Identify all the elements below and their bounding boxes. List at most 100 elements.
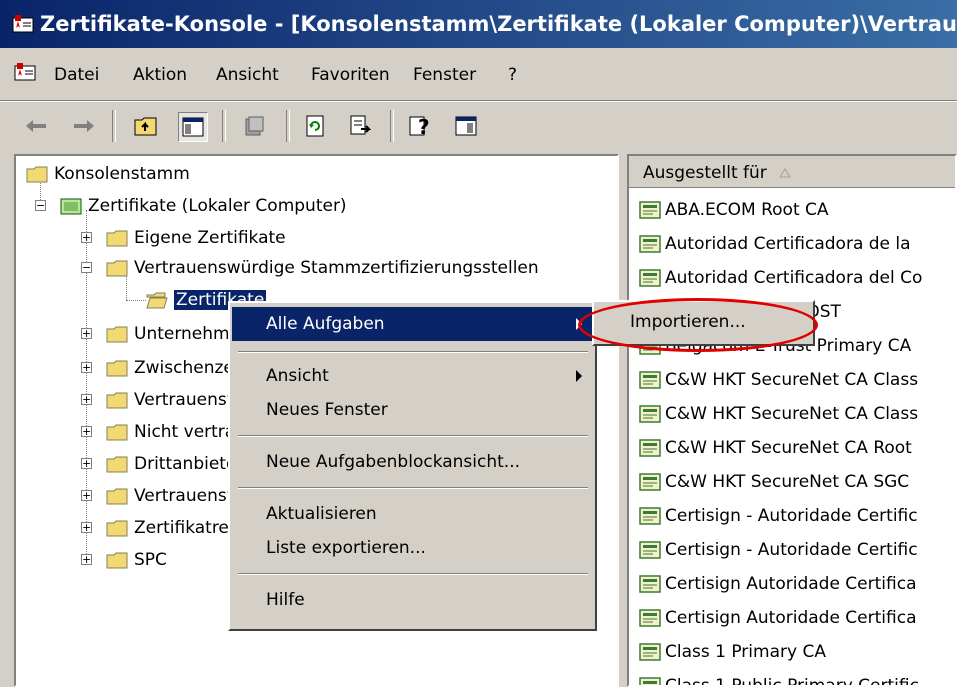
menu-separator	[238, 351, 588, 353]
sort-ascending-icon	[779, 168, 791, 178]
expand-toggle[interactable]: +	[81, 328, 92, 339]
tree-node-label: Konsolenstamm	[54, 164, 190, 184]
toolbar-separator	[390, 110, 394, 142]
menu-help[interactable]: ?	[508, 65, 517, 85]
list-item-label: C&W HKT SecureNet CA Class	[665, 370, 919, 390]
tree-node-computer[interactable]: Zertifikate (Lokaler Computer)	[60, 194, 347, 218]
menu-neues-fenster[interactable]: Neues Fenster	[232, 393, 594, 427]
expand-toggle[interactable]: +	[81, 426, 92, 437]
expand-toggle[interactable]: +	[81, 394, 92, 405]
folder-icon	[26, 166, 48, 182]
list-item-label: Certisign Autoridade Certifica	[665, 574, 917, 594]
folder-icon	[106, 552, 128, 568]
submenu-arrow-icon	[576, 318, 582, 330]
tree-node-eigene-zertifikate[interactable]: Eigene Zertifikate	[106, 226, 286, 250]
delete-icon[interactable]	[240, 112, 268, 140]
list-item[interactable]: Certisign Autoridade Certifica	[639, 570, 916, 598]
menu-favoriten[interactable]: Favoriten	[311, 65, 390, 85]
column-header-label: Ausgestellt für	[643, 163, 767, 183]
svg-text:?: ?	[418, 115, 430, 138]
action-pane-icon[interactable]	[452, 112, 480, 140]
up-folder-icon[interactable]	[132, 112, 160, 140]
toolbar-separator	[286, 110, 290, 142]
menu-alle-aufgaben[interactable]: Alle Aufgaben	[232, 307, 594, 341]
export-list-icon[interactable]	[346, 112, 374, 140]
window-title: Zertifikate-Konsole - [Konsolenstamm\Zer…	[40, 12, 957, 36]
certificate-icon	[639, 201, 661, 219]
menu-aktualisieren[interactable]: Aktualisieren	[232, 497, 594, 531]
menu-item-label: Ansicht	[266, 366, 329, 386]
list-item-label: C&W HKT SecureNet CA SGC	[665, 472, 910, 492]
list-item[interactable]: C&W HKT SecureNet CA SGC	[639, 468, 909, 496]
certificate-icon	[639, 507, 661, 525]
expand-toggle[interactable]: +	[81, 232, 92, 243]
tree-node-label: SPC	[134, 550, 167, 570]
toolbar-separator	[222, 110, 226, 142]
menu-neue-aufgabenblockansicht[interactable]: Neue Aufgabenblockansicht...	[232, 445, 594, 479]
folder-icon	[106, 456, 128, 472]
list-item[interactable]: Autoridad Certificadora de la	[639, 230, 911, 258]
menu-datei[interactable]: Datei	[54, 65, 99, 85]
menu-separator	[238, 435, 588, 437]
list-item[interactable]: C&W HKT SecureNet CA Class	[639, 400, 918, 428]
list-item[interactable]: Certisign - Autoridade Certific	[639, 536, 918, 564]
tree-node-root[interactable]: Konsolenstamm	[26, 162, 190, 186]
back-arrow-icon[interactable]	[22, 112, 50, 140]
list-item-label: Certisign Autoridade Certifica	[665, 608, 917, 628]
tree-connector	[126, 300, 146, 301]
certificate-icon	[639, 269, 661, 287]
expand-toggle[interactable]: +	[81, 554, 92, 565]
menu-item-label: Aktualisieren	[266, 504, 377, 524]
expand-toggle[interactable]: +	[81, 490, 92, 501]
list-item[interactable]: Certisign - Autoridade Certific	[639, 502, 918, 530]
menu-separator	[238, 487, 588, 489]
list-item-label: Certisign - Autoridade Certific	[665, 540, 918, 560]
collapse-toggle[interactable]: −	[81, 262, 92, 273]
certificate-list[interactable]: Ausgestellt für ABA.ECOM Root CA Autorida…	[627, 154, 957, 687]
list-item[interactable]: C&W HKT SecureNet CA Class	[639, 366, 918, 394]
menu-importieren[interactable]: Importieren...	[630, 312, 746, 332]
list-item[interactable]: ABA.ECOM Root CA	[639, 196, 829, 224]
folder-icon	[106, 424, 128, 440]
help-icon[interactable]: ?	[408, 112, 436, 140]
certificate-icon	[639, 235, 661, 253]
menu-hilfe[interactable]: Hilfe	[232, 583, 594, 617]
title-bar[interactable]: Zertifikate-Konsole - [Konsolenstamm\Zer…	[0, 0, 957, 48]
tree-node-spc[interactable]: SPC	[106, 548, 167, 572]
menu-ansicht-item[interactable]: Ansicht	[232, 359, 594, 393]
submenu-arrow-icon	[576, 370, 582, 382]
folder-icon	[106, 520, 128, 536]
certificate-icon	[639, 643, 661, 661]
tree-node-label: Eigene Zertifikate	[134, 228, 286, 248]
menu-ansicht[interactable]: Ansicht	[216, 65, 279, 85]
list-item[interactable]: Autoridad Certificadora del Co	[639, 264, 922, 292]
list-item[interactable]: Class 1 Public Primary Certific	[639, 672, 919, 685]
column-header-issued-to[interactable]: Ausgestellt für	[629, 156, 955, 188]
menu-fenster[interactable]: Fenster	[413, 65, 476, 85]
list-item-label: C&W HKT SecureNet CA Root	[665, 438, 912, 458]
expand-toggle[interactable]: +	[81, 522, 92, 533]
collapse-toggle[interactable]: −	[35, 200, 46, 211]
refresh-icon[interactable]	[302, 112, 330, 140]
tree-node-stammzertifizierungsstellen[interactable]: Vertrauenswürdige Stammzertifizierungsst…	[106, 256, 539, 280]
open-folder-icon	[146, 292, 168, 308]
menu-separator	[238, 573, 588, 575]
certificate-icon	[639, 575, 661, 593]
show-hide-tree-icon[interactable]	[178, 112, 208, 142]
expand-toggle[interactable]: +	[81, 362, 92, 373]
list-item-label: C&W HKT SecureNet CA Class	[665, 404, 919, 424]
folder-icon	[106, 260, 128, 276]
system-menu-icon[interactable]	[14, 62, 38, 84]
menu-liste-exportieren[interactable]: Liste exportieren...	[232, 531, 594, 565]
expand-toggle[interactable]: +	[81, 458, 92, 469]
list-item[interactable]: Certisign Autoridade Certifica	[639, 604, 916, 632]
tree-node-label: Vertrauenswürdige Stammzertifizierungsst…	[134, 258, 539, 278]
forward-arrow-icon[interactable]	[70, 112, 98, 140]
certificate-icon	[639, 609, 661, 627]
menu-bar: Datei Aktion Ansicht Favoriten Fenster ?	[0, 48, 957, 101]
list-item[interactable]: C&W HKT SecureNet CA Root	[639, 434, 912, 462]
submenu-alle-aufgaben: Importieren...	[592, 300, 815, 346]
folder-icon	[106, 326, 128, 342]
menu-aktion[interactable]: Aktion	[133, 65, 187, 85]
list-item[interactable]: Class 1 Primary CA	[639, 638, 826, 666]
